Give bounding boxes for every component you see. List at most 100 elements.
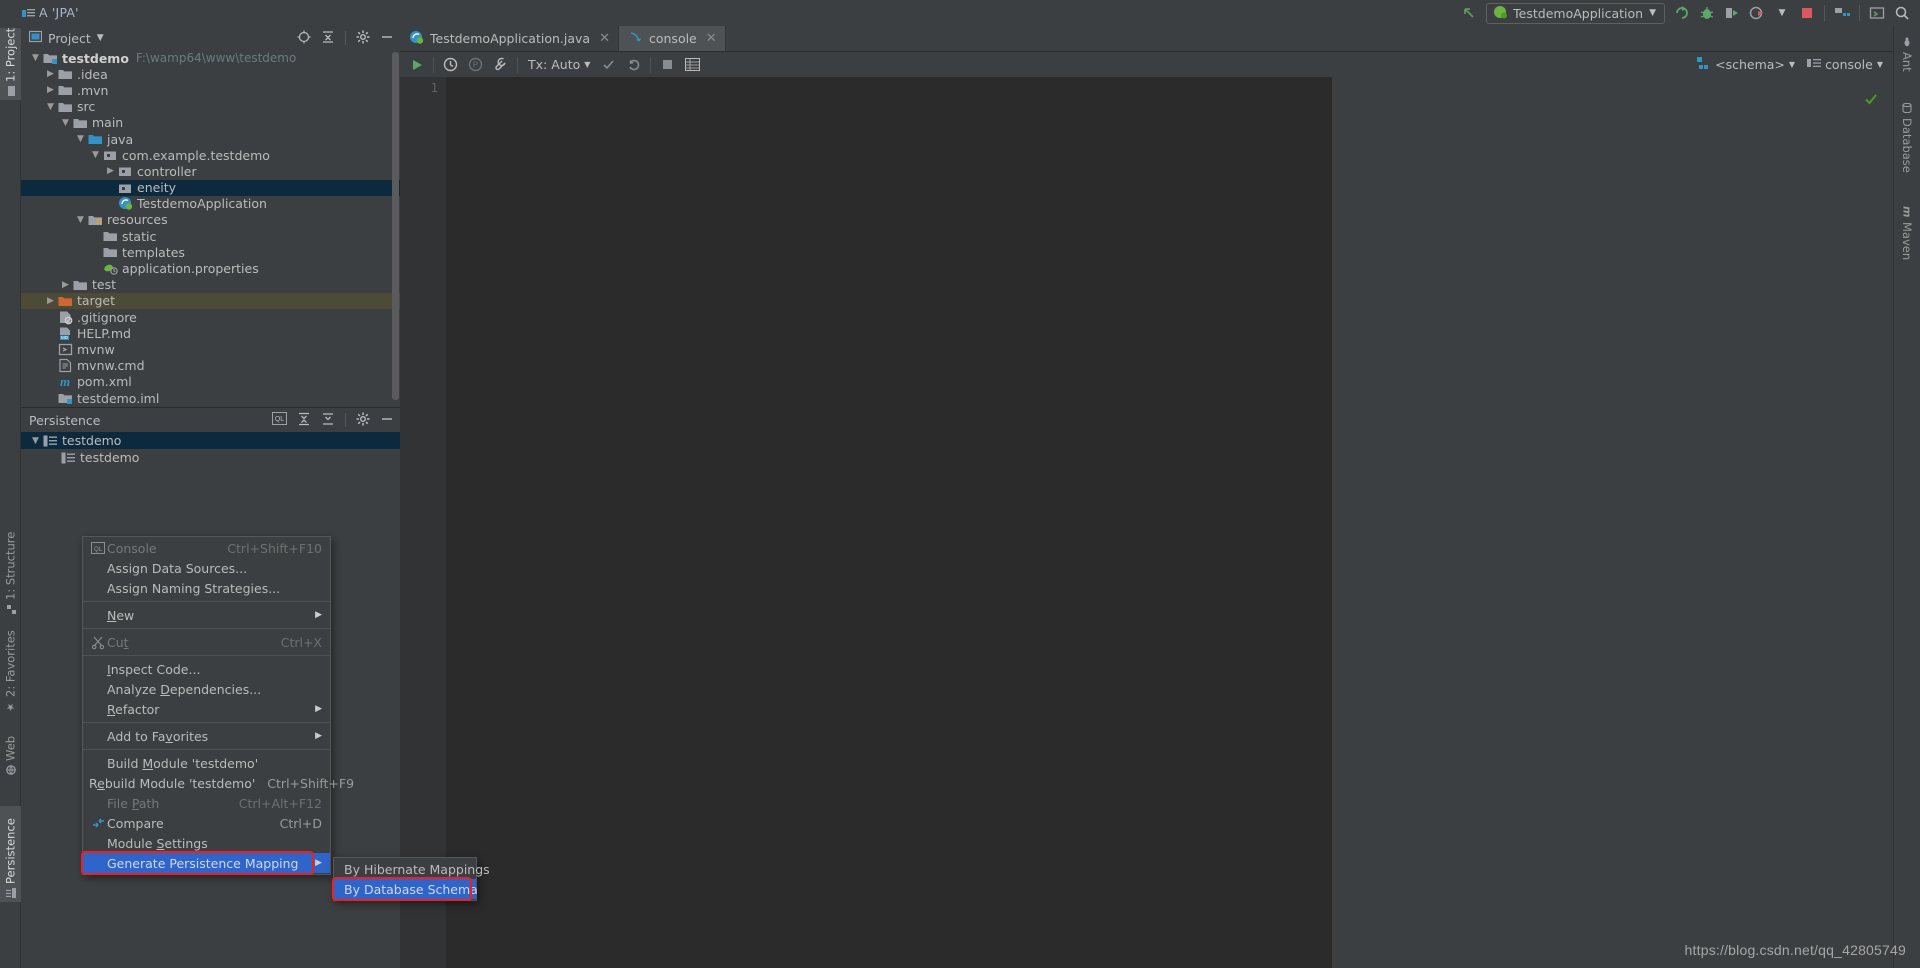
menu-item[interactable]: New ▶ <box>83 605 330 625</box>
menu-item[interactable]: Cut Ctrl+X <box>83 632 330 652</box>
chevron-right-icon[interactable]: ▶ <box>44 296 57 306</box>
wrench-icon[interactable] <box>488 54 513 76</box>
chevron-right-icon[interactable]: ▶ <box>59 280 72 290</box>
persistence-tree[interactable]: ▼ testdemo testdemo <box>21 432 400 466</box>
rerun-icon[interactable] <box>1674 5 1690 21</box>
sidebar-item-maven[interactable]: m Maven <box>1896 201 1918 271</box>
tree-row[interactable]: ▼ resources <box>21 212 400 228</box>
commit-check-icon[interactable] <box>596 54 621 76</box>
tree-row[interactable]: mvnw.cmd <box>21 358 400 374</box>
project-structure-icon[interactable] <box>1834 5 1850 21</box>
run-configuration-selector[interactable]: TestdemoApplication ▼ <box>1486 2 1665 24</box>
tree-row[interactable]: ▼ com.example.testdemo <box>21 147 400 163</box>
menu-item[interactable]: Refactor ▶ <box>83 699 330 719</box>
tree-row[interactable]: testdemo.iml <box>21 390 400 406</box>
back-arrow-icon[interactable] <box>1461 5 1477 21</box>
tree-row[interactable]: ▶ controller <box>21 163 400 179</box>
hide-panel-icon[interactable] <box>380 30 394 47</box>
run-with-coverage-icon[interactable] <box>1724 5 1740 21</box>
editor-tab[interactable]: console ✕ <box>618 26 726 51</box>
search-everywhere-icon[interactable] <box>1894 5 1910 21</box>
menu-item[interactable]: Add to Favorites ▶ <box>83 726 330 746</box>
tree-row[interactable]: mvnw <box>21 341 400 357</box>
tree-row[interactable]: MD HELP.md <box>21 325 400 341</box>
sidebar-item-project[interactable]: 1: Project <box>0 28 21 100</box>
project-tree-scrollbar[interactable] <box>392 52 399 402</box>
collapse-all-icon[interactable] <box>321 30 335 47</box>
close-icon[interactable]: ✕ <box>599 31 610 46</box>
tree-row[interactable]: ▶ .mvn <box>21 82 400 98</box>
sidebar-item-web[interactable]: Web <box>0 724 21 779</box>
chevron-right-icon[interactable]: ▶ <box>44 85 57 95</box>
persistence-tree-row[interactable]: ▼ testdemo <box>21 432 400 449</box>
chevron-down-icon[interactable]: ▼ <box>97 33 104 43</box>
context-menu[interactable]: QL Console Ctrl+Shift+F10 Assign Data Sourc… <box>81 536 354 875</box>
menu-item[interactable]: Assign Naming Strategies... <box>83 578 330 598</box>
chevron-down-icon[interactable]: ▼ <box>74 215 87 225</box>
tree-row[interactable]: ▶ target <box>21 292 400 309</box>
menu-item[interactable]: Analyze Dependencies... <box>83 679 330 699</box>
history-icon[interactable] <box>438 54 463 76</box>
sidebar-item-database[interactable]: Database <box>1896 98 1918 184</box>
hide-panel-icon[interactable] <box>380 412 394 429</box>
settings-gear-icon[interactable] <box>356 412 370 429</box>
sidebar-item-favorites[interactable]: ★ 2: Favorites <box>0 626 21 716</box>
expand-all-icon[interactable] <box>297 412 311 429</box>
menu-item[interactable]: Build Module 'testdemo' <box>83 753 330 773</box>
run-icon[interactable] <box>404 54 429 76</box>
menu-item[interactable]: Rebuild Module 'testdemo' Ctrl+Shift+F9 <box>83 773 354 793</box>
collapse-all-icon[interactable] <box>321 412 335 429</box>
chevron-right-icon[interactable]: ▶ <box>104 166 117 176</box>
tree-row[interactable]: ▶ .idea <box>21 66 400 82</box>
menu-item[interactable]: File Path Ctrl+Alt+F12 <box>83 793 330 813</box>
tree-row[interactable]: templates <box>21 244 400 260</box>
project-panel-title-group[interactable]: Project ▼ <box>28 30 104 46</box>
tree-row[interactable]: eneity <box>21 179 400 196</box>
chevron-down-icon[interactable]: ▼ <box>59 118 72 128</box>
submenu-item[interactable]: By Hibernate Mappings <box>334 859 490 879</box>
profiler-icon[interactable] <box>1749 5 1765 21</box>
menu-item[interactable]: Generate Persistence Mapping ▶ <box>81 851 330 875</box>
schema-selector[interactable]: <schema> ▼ <box>1691 56 1801 73</box>
pin-icon[interactable]: P <box>463 54 488 76</box>
editor-tab[interactable]: TestdemoApplication.java ✕ <box>400 26 619 51</box>
chevron-right-icon[interactable]: ▶ <box>44 69 57 79</box>
console-editor-body[interactable]: 1 <box>400 77 1893 968</box>
chevron-down-icon[interactable]: ▼ <box>29 436 42 446</box>
sidebar-item-ant[interactable]: Ant <box>1896 32 1918 78</box>
chevron-down-icon[interactable]: ▼ <box>44 102 57 112</box>
tree-row[interactable]: ▶ test <box>21 277 400 293</box>
tx-mode-selector[interactable]: Tx: Auto ▼ <box>522 57 596 72</box>
debug-icon[interactable] <box>1699 5 1715 21</box>
table-icon[interactable] <box>680 54 705 76</box>
submenu-item[interactable]: By Database Schema <box>332 877 478 901</box>
tree-row[interactable]: ▼ main <box>21 115 400 131</box>
menu-item[interactable]: QL Console Ctrl+Shift+F10 <box>83 538 330 558</box>
chevron-down-icon[interactable]: ▼ <box>29 53 42 63</box>
chevron-down-icon[interactable]: ▼ <box>89 150 102 160</box>
chevron-down-icon[interactable]: ▼ <box>1774 5 1790 21</box>
rollback-icon[interactable] <box>621 54 646 76</box>
menu-item[interactable]: Compare Ctrl+D <box>83 813 330 833</box>
sidebar-item-persistence[interactable]: Persistence <box>0 806 21 902</box>
menu-item[interactable]: Inspect Code... <box>83 659 330 679</box>
menu-item[interactable]: Assign Data Sources... <box>83 558 330 578</box>
console-ql-icon[interactable]: QL <box>272 412 287 428</box>
terminal-icon[interactable] <box>1869 5 1885 21</box>
project-file-tree[interactable]: ▼ testdemo F:\wamp64\www\testdemo ▶ .idea ▶ .m… <box>21 50 400 406</box>
tree-row[interactable]: ▼ testdemo F:\wamp64\www\testdemo <box>21 50 400 66</box>
tree-row[interactable]: ▼ src <box>21 99 400 115</box>
generate-persistence-mapping-submenu[interactable]: By Hibernate Mappings By Database Schema <box>332 857 490 901</box>
tree-row[interactable]: .gitignore <box>21 309 400 325</box>
persistence-tree-row[interactable]: testdemo <box>21 449 400 466</box>
sidebar-item-structure[interactable]: 1: Structure <box>0 526 21 618</box>
tree-row[interactable]: application.properties <box>21 260 400 276</box>
tree-row[interactable]: m pom.xml <box>21 374 400 390</box>
menu-item[interactable]: Module Settings <box>83 833 330 853</box>
locate-icon[interactable] <box>297 30 311 47</box>
tree-row[interactable]: ▼ java <box>21 131 400 147</box>
console-selector[interactable]: console ▼ <box>1801 57 1889 72</box>
settings-gear-icon[interactable] <box>356 30 370 47</box>
tree-row[interactable]: TestdemoApplication <box>21 196 400 212</box>
tree-row[interactable]: static <box>21 228 400 244</box>
